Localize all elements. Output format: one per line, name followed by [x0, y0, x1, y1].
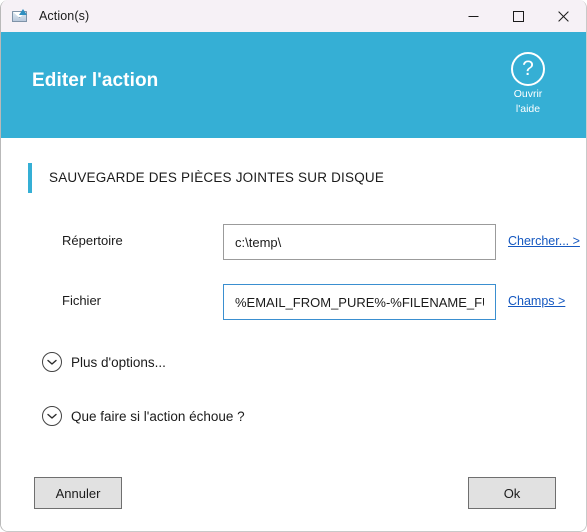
open-help-button[interactable]: ? Ouvrir l'aide	[495, 52, 561, 116]
dialog-window: Action(s) Editer l'action ? Ouvrir l'aid…	[0, 0, 587, 532]
expander-plus-doptions[interactable]: Plus d'options...	[42, 350, 166, 374]
minimize-icon	[468, 15, 479, 17]
chevron-down-icon	[42, 352, 62, 372]
chevron-down-icon	[42, 406, 62, 426]
expander-label: Que faire si l'action échoue ?	[71, 408, 245, 424]
close-icon	[558, 10, 569, 22]
question-mark-icon: ?	[511, 52, 545, 86]
field-row-fichier: Fichier Champs >	[1, 284, 586, 320]
mail-save-icon	[11, 7, 29, 25]
window-title: Action(s)	[39, 9, 90, 23]
cancel-button[interactable]: Annuler	[34, 477, 122, 509]
repertoire-input[interactable]	[223, 224, 496, 260]
page-title: Editer l'action	[32, 70, 159, 91]
section-accent-bar	[28, 163, 32, 193]
fichier-input[interactable]	[223, 284, 496, 320]
repertoire-label: Répertoire	[62, 233, 123, 248]
chercher-link[interactable]: Chercher... >	[508, 234, 580, 248]
help-label-line2: l'aide	[515, 103, 541, 115]
expander-label: Plus d'options...	[71, 354, 166, 370]
title-bar: Action(s)	[1, 0, 586, 32]
dialog-header: Editer l'action ? Ouvrir l'aide	[1, 32, 586, 138]
maximize-icon	[513, 10, 524, 22]
dialog-body: SAUVEGARDE DES PIÈCES JOINTES SUR DISQUE…	[1, 138, 586, 531]
field-row-repertoire: Répertoire Chercher... >	[1, 224, 586, 260]
window-controls	[451, 0, 586, 32]
maximize-button[interactable]	[496, 0, 541, 32]
section-title: SAUVEGARDE DES PIÈCES JOINTES SUR DISQUE	[49, 170, 385, 185]
expander-que-faire-si-laction-echoue[interactable]: Que faire si l'action échoue ?	[42, 404, 245, 428]
help-label-line1: Ouvrir	[513, 88, 543, 100]
champs-link[interactable]: Champs >	[508, 294, 565, 308]
close-button[interactable]	[541, 0, 586, 32]
minimize-button[interactable]	[451, 0, 496, 32]
fichier-label: Fichier	[62, 293, 102, 308]
ok-button[interactable]: Ok	[468, 477, 556, 509]
